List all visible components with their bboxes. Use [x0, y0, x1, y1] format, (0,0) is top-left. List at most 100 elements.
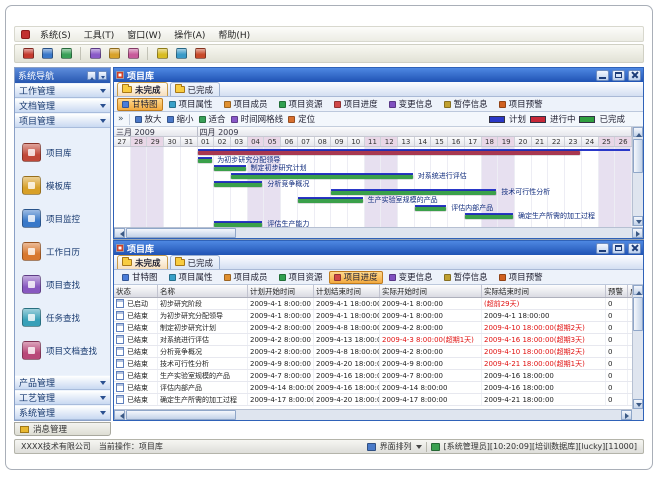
table-row-4[interactable]: 已结束分析竞争概况2009-4-2 8:00:002009-4-8 18:00:… — [114, 346, 632, 358]
table-row-8[interactable]: 已结束确定生产所需的加工过程2009-4-17 8:00:002009-4-20… — [114, 394, 632, 406]
table-row-5[interactable]: 已结束技术可行性分析2009-4-9 8:00:002009-4-20 18:0… — [114, 358, 632, 370]
system-button[interactable] — [20, 46, 36, 61]
zoom-out-button[interactable]: 缩小 — [167, 113, 194, 125]
column-header-6[interactable]: 预警 — [606, 285, 628, 297]
view-tab-0[interactable]: 甘特图 — [117, 98, 163, 111]
task-bar[interactable] — [214, 183, 262, 187]
column-header-0[interactable]: 状态 — [114, 285, 158, 297]
sidebar-item-3[interactable]: 工作日历 — [15, 242, 110, 261]
refresh-button[interactable] — [58, 46, 74, 61]
sidebar-item-2[interactable]: 项目监控 — [15, 209, 110, 228]
task-bar[interactable] — [214, 223, 262, 227]
view-tab-1[interactable]: 项目属性 — [164, 271, 218, 284]
save-button[interactable] — [39, 46, 55, 61]
table-row-0[interactable]: 已启动初步研究阶段2009-4-1 8:00:002009-4-1 18:00:… — [114, 298, 632, 310]
table-row-7[interactable]: 已结束评估内部产品2009-4-14 8:00:002009-4-16 18:0… — [114, 382, 632, 394]
task-bar[interactable] — [198, 159, 213, 163]
table-row-6[interactable]: 已结束生产实验室规模的产品2009-4-7 8:00:002009-4-16 1… — [114, 370, 632, 382]
maximize-button[interactable] — [612, 70, 625, 81]
menu-item-0[interactable]: 系统(S) — [40, 28, 71, 41]
message-management-tab[interactable]: 消息管理 — [14, 422, 111, 436]
table-row-3[interactable]: 已结束对系统进行评估2009-4-2 8:00:002009-4-13 18:0… — [114, 334, 632, 346]
globe-button[interactable] — [173, 46, 189, 61]
view-tab-4[interactable]: 项目进度 — [329, 98, 383, 111]
sidebar-item-0[interactable]: 项目库 — [15, 143, 110, 162]
task-bar[interactable] — [415, 207, 446, 211]
sidebar-group-top-1[interactable]: 文档管理 — [15, 98, 110, 113]
sidebar-group-project-management[interactable]: 项目管理 — [15, 113, 110, 128]
task-bar[interactable] — [231, 175, 413, 179]
view-tab-4[interactable]: 项目进度 — [329, 271, 383, 284]
gantt-horizontal-scrollbar[interactable] — [114, 227, 643, 238]
task-bar[interactable] — [214, 167, 245, 171]
exit-button[interactable] — [192, 46, 208, 61]
scroll-up-arrow[interactable] — [633, 127, 643, 137]
scroll-left-arrow[interactable] — [114, 228, 125, 238]
column-header-1[interactable]: 名称 — [158, 285, 248, 297]
view-tab-3[interactable]: 项目资源 — [274, 98, 328, 111]
zoom-in-button[interactable]: 放大 — [135, 113, 162, 125]
scrollbar-thumb[interactable] — [126, 228, 236, 238]
close-button[interactable] — [628, 243, 641, 254]
scrollbar-thumb[interactable] — [126, 410, 236, 420]
scroll-down-arrow[interactable] — [633, 399, 643, 409]
view-tab-0[interactable]: 甘特图 — [117, 271, 163, 284]
task-bar[interactable] — [198, 151, 580, 155]
table-row-2[interactable]: 已结束制定初步研究计划2009-4-2 8:00:002009-4-8 18:0… — [114, 322, 632, 334]
scrollbar-thumb[interactable] — [633, 297, 643, 331]
minimize-button[interactable] — [596, 243, 609, 254]
task-bar[interactable] — [465, 215, 513, 219]
table-horizontal-scrollbar[interactable] — [114, 409, 632, 420]
folder-tab-1[interactable]: 已完成 — [170, 255, 221, 269]
menu-item-1[interactable]: 工具(T) — [84, 28, 115, 41]
locate-button[interactable]: 定位 — [288, 113, 315, 125]
gantt-window-titlebar[interactable]: 项目库 — [114, 68, 643, 82]
sidebar-group-bottom-1[interactable]: 工艺管理 — [15, 390, 110, 405]
mail-button[interactable] — [106, 46, 122, 61]
table-window-titlebar[interactable]: 项目库 — [114, 241, 643, 255]
minimize-button[interactable] — [596, 70, 609, 81]
sidebar-menu-button[interactable] — [98, 71, 107, 80]
view-tab-6[interactable]: 暂停信息 — [439, 98, 493, 111]
view-tab-5[interactable]: 变更信息 — [384, 271, 438, 284]
folder-tab-0[interactable]: 未完成 — [117, 82, 168, 96]
scrollbar-thumb[interactable] — [633, 139, 643, 173]
view-tab-7[interactable]: 项目预警 — [494, 271, 548, 284]
sidebar-item-4[interactable]: 项目查找 — [15, 275, 110, 294]
folder-tab-0[interactable]: 未完成 — [117, 255, 168, 269]
view-tab-7[interactable]: 项目预警 — [494, 98, 548, 111]
lock-button[interactable] — [154, 46, 170, 61]
column-header-4[interactable]: 实际开始时间 — [380, 285, 482, 297]
view-tab-5[interactable]: 变更信息 — [384, 98, 438, 111]
report-button[interactable] — [125, 46, 141, 61]
task-bar[interactable] — [298, 199, 363, 203]
column-header-5[interactable]: 实际结束时间 — [482, 285, 606, 297]
sidebar-item-6[interactable]: 项目文档查找 — [15, 341, 110, 360]
sidebar-collapse-button[interactable] — [87, 71, 96, 80]
view-tab-6[interactable]: 暂停信息 — [439, 271, 493, 284]
view-tab-3[interactable]: 项目资源 — [274, 271, 328, 284]
close-button[interactable] — [628, 70, 641, 81]
folder-tab-1[interactable]: 已完成 — [170, 82, 221, 96]
fit-view-button[interactable]: 适合 — [199, 113, 226, 125]
view-tab-2[interactable]: 项目成员 — [219, 271, 273, 284]
task-bar[interactable] — [331, 191, 496, 195]
scroll-right-arrow[interactable] — [621, 410, 632, 420]
scroll-up-arrow[interactable] — [633, 285, 643, 295]
sidebar-group-top-0[interactable]: 工作管理 — [15, 83, 110, 98]
scroll-down-arrow[interactable] — [633, 216, 643, 226]
view-tab-2[interactable]: 项目成员 — [219, 98, 273, 111]
menu-item-3[interactable]: 操作(A) — [174, 28, 205, 41]
window-layout-button[interactable] — [87, 46, 103, 61]
overflow-chevron-icon[interactable]: » — [118, 114, 124, 124]
gantt-vertical-scrollbar[interactable] — [632, 127, 643, 226]
view-tab-1[interactable]: 项目属性 — [164, 98, 218, 111]
time-gridline-button[interactable]: 时间网格线 — [231, 113, 284, 125]
sidebar-item-1[interactable]: 模板库 — [15, 176, 110, 195]
maximize-button[interactable] — [612, 243, 625, 254]
column-header-2[interactable]: 计划开始时间 — [248, 285, 314, 297]
sidebar-item-5[interactable]: 任务查找 — [15, 308, 110, 327]
sidebar-group-bottom-2[interactable]: 系统管理 — [15, 405, 110, 420]
scroll-right-arrow[interactable] — [632, 228, 643, 238]
table-row-1[interactable]: 已结束为初步研究分配领导2009-4-1 8:00:002009-4-1 18:… — [114, 310, 632, 322]
